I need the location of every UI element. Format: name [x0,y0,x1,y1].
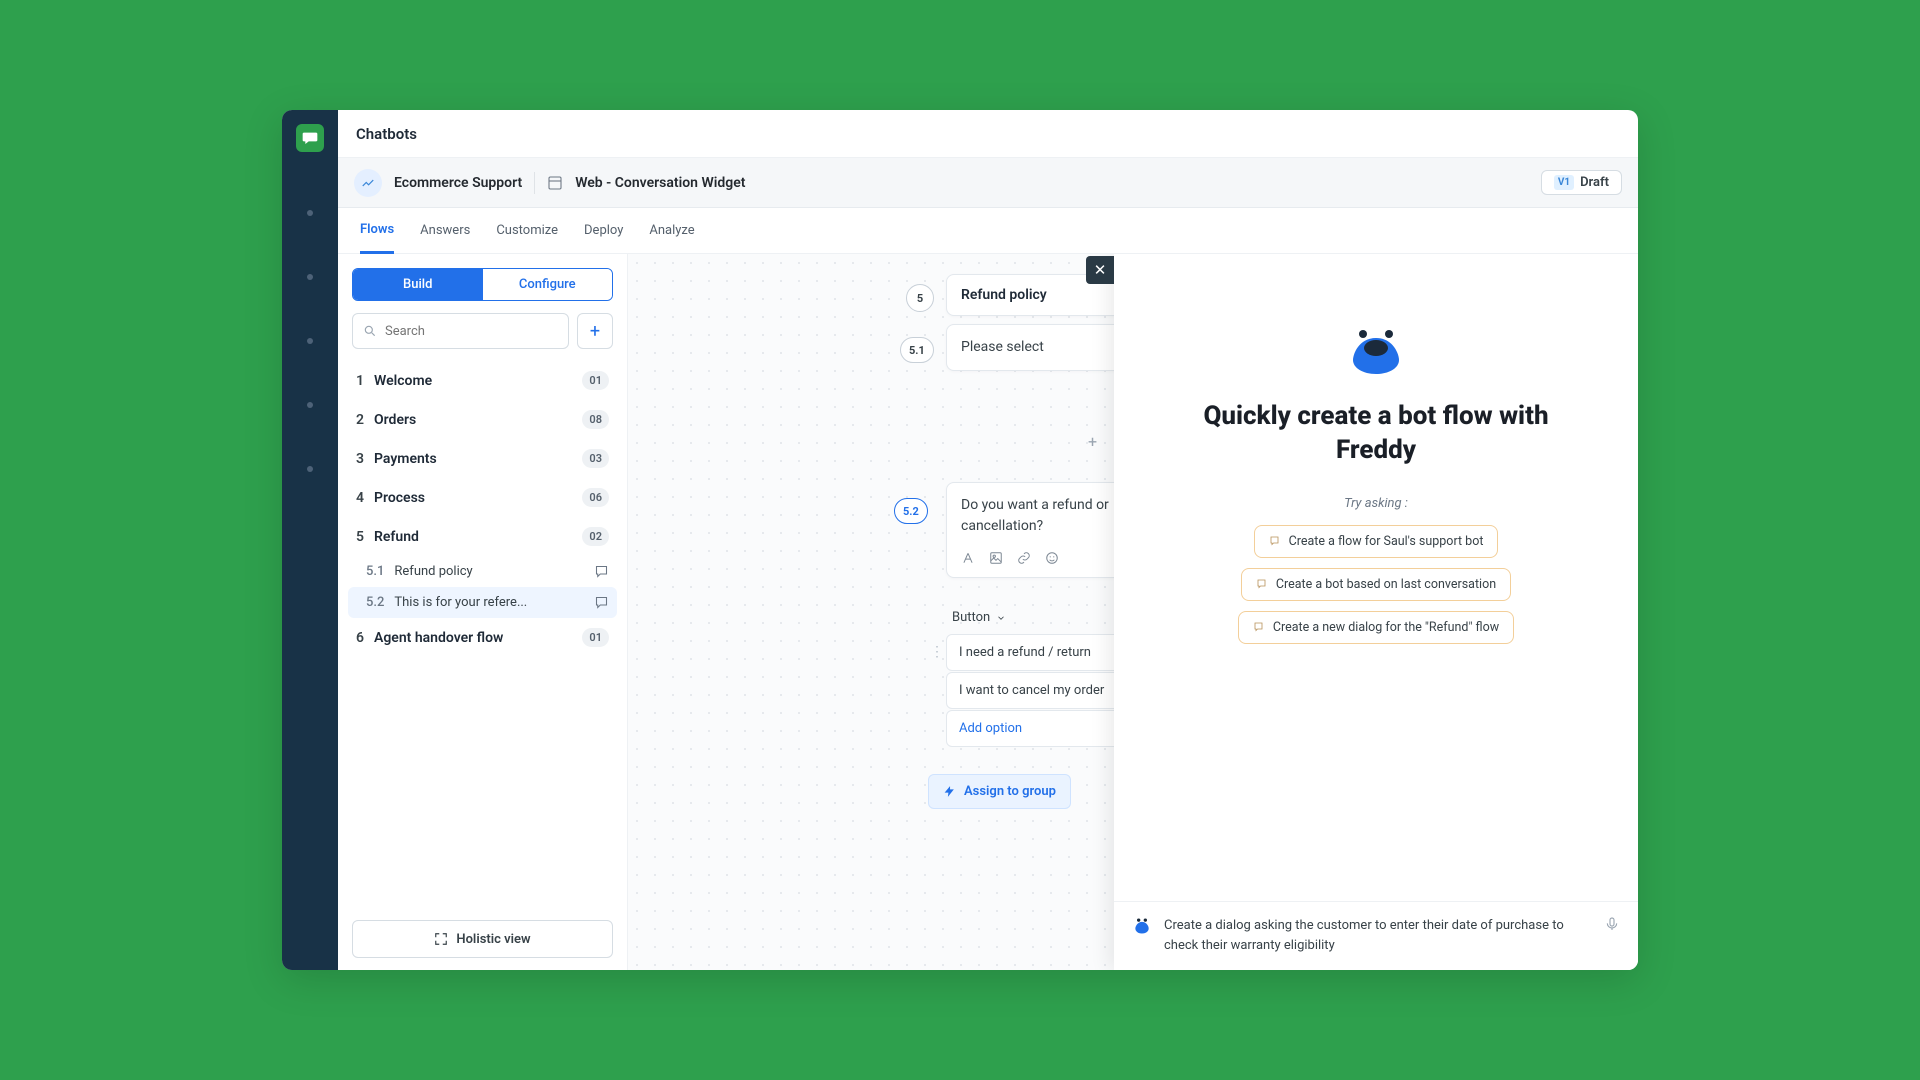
suggestion-item[interactable]: Create a flow for Saul's support bot [1254,525,1499,558]
rail-nav-item[interactable] [307,338,313,344]
search-input-wrapper[interactable] [352,313,569,349]
segment-build[interactable]: Build [353,269,483,300]
flow-subitem-reference[interactable]: 5.2 This is for your refere... [348,587,617,618]
version-badge: V1 [1554,175,1574,190]
freddy-logo-icon [1347,326,1405,374]
left-nav-rail [282,110,338,970]
node-badge-5[interactable]: 5 [906,284,934,312]
suggestion-list: Create a flow for Saul's support bot Cre… [1238,525,1514,644]
flow-item-orders[interactable]: 2 Orders 08 [348,400,617,439]
dialog-icon [594,595,609,610]
try-asking-label: Try asking : [1344,496,1408,511]
tab-deploy[interactable]: Deploy [584,208,623,253]
node-badge-5-2[interactable]: 5.2 [894,498,928,524]
build-configure-toggle: Build Configure [352,268,613,301]
page-title: Chatbots [338,110,1638,158]
rail-nav-item[interactable] [307,402,313,408]
project-icon [354,169,382,197]
freddy-input-text[interactable]: Create a dialog asking the customer to e… [1164,916,1592,956]
rail-nav-item[interactable] [307,466,313,472]
flow-item-welcome[interactable]: 1 Welcome 01 [348,361,617,400]
flow-item-payments[interactable]: 3 Payments 03 [348,439,617,478]
count-badge: 06 [582,488,609,507]
tab-flows[interactable]: Flows [360,209,394,254]
app-logo[interactable] [296,124,324,152]
dialog-icon [594,564,609,579]
sparkle-icon [1253,621,1265,633]
workspace: Build Configure + 1 Welcome 01 [338,254,1638,970]
widget-name[interactable]: Web - Conversation Widget [575,175,745,191]
flow-item-agent-handover[interactable]: 6 Agent handover flow 01 [348,618,617,657]
flow-item-refund[interactable]: 5 Refund 02 [348,517,617,556]
count-badge: 08 [582,410,609,429]
flow-subitem-refund-policy[interactable]: 5.1 Refund policy [348,556,617,587]
breadcrumb-divider [534,172,535,194]
breadcrumb: Ecommerce Support Web - Conversation Wid… [338,158,1638,208]
flows-sidebar: Build Configure + 1 Welcome 01 [338,254,628,970]
close-panel-button[interactable]: ✕ [1086,256,1114,284]
status-pill[interactable]: V1 Draft [1541,170,1622,195]
sparkle-icon [1269,535,1281,547]
add-flow-button[interactable]: + [577,313,613,349]
link-icon[interactable] [1017,551,1031,565]
image-icon[interactable] [989,551,1003,565]
chevron-down-icon [996,613,1006,623]
flow-list: 1 Welcome 01 2 Orders 08 3 Payments 03 [348,361,617,912]
count-badge: 02 [582,527,609,546]
main-area: Chatbots Ecommerce Support Web - Convers… [338,110,1638,970]
project-name[interactable]: Ecommerce Support [394,175,522,191]
freddy-avatar-icon [1132,916,1152,936]
suggestion-item[interactable]: Create a bot based on last conversation [1241,568,1511,601]
sparkle-icon [1256,578,1268,590]
freddy-content: Quickly create a bot flow with Freddy Tr… [1114,254,1638,901]
rail-nav-item[interactable] [307,274,313,280]
status-text: Draft [1580,175,1609,190]
search-icon [363,324,377,338]
add-node-button[interactable]: + [1088,432,1097,451]
tab-customize[interactable]: Customize [496,208,558,253]
search-row: + [352,313,613,349]
freddy-input-bar[interactable]: Create a dialog asking the customer to e… [1114,901,1638,970]
rail-nav-item[interactable] [307,210,313,216]
count-badge: 01 [582,628,609,647]
search-input[interactable] [385,324,558,339]
node-badge-5-1[interactable]: 5.1 [900,337,934,363]
suggestion-item[interactable]: Create a new dialog for the "Refund" flo… [1238,611,1514,644]
bolt-icon [943,785,956,798]
assign-to-group-button[interactable]: Assign to group [928,774,1071,809]
text-style-icon[interactable] [961,551,975,565]
response-type-dropdown[interactable]: Button [952,610,1006,625]
widget-icon [547,175,563,191]
app-window: Chatbots Ecommerce Support Web - Convers… [282,110,1638,970]
freddy-panel: ✕ Quickly create a bot flow with Freddy … [1114,254,1638,970]
freddy-title: Quickly create a bot flow with Freddy [1164,400,1588,468]
tab-answers[interactable]: Answers [420,208,470,253]
count-badge: 03 [582,449,609,468]
holistic-view-button[interactable]: Holistic view [352,920,613,958]
flow-item-process[interactable]: 4 Process 06 [348,478,617,517]
expand-icon [434,932,448,946]
emoji-icon[interactable] [1045,551,1059,565]
tab-bar: Flows Answers Customize Deploy Analyze [338,208,1638,254]
mic-icon[interactable] [1604,916,1620,932]
count-badge: 01 [582,371,609,390]
segment-configure[interactable]: Configure [483,269,613,300]
tab-analyze[interactable]: Analyze [649,208,694,253]
